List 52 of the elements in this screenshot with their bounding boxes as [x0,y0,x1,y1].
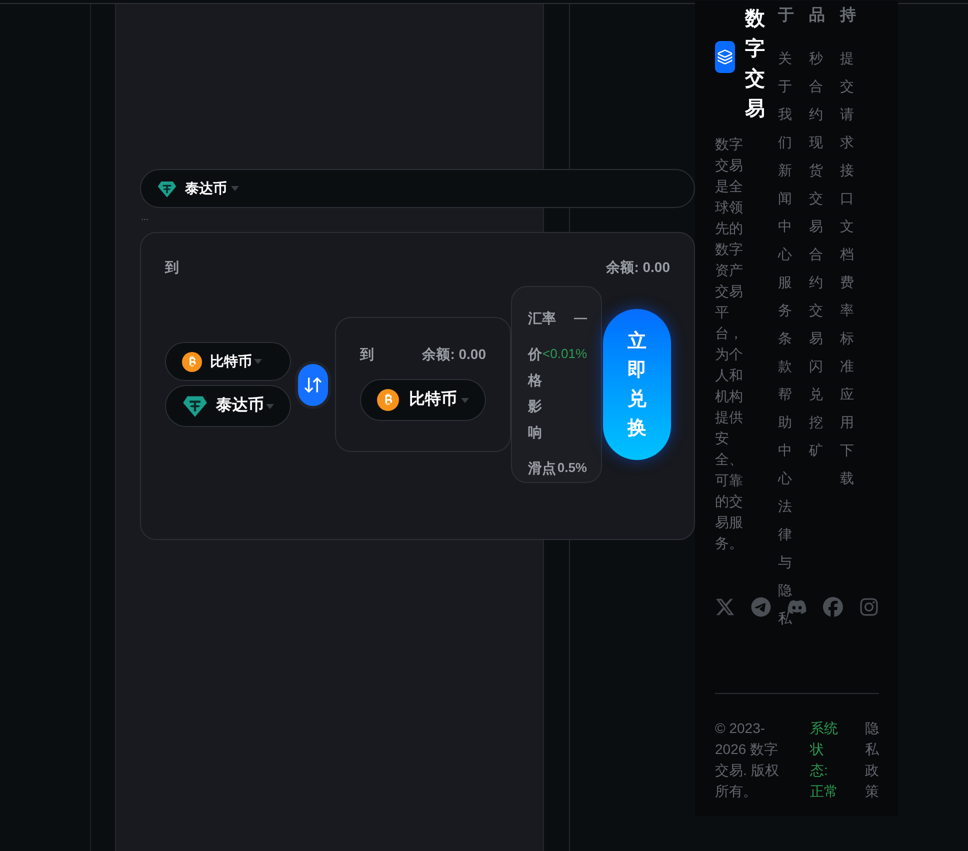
token-selector[interactable]: 泰达币 [165,385,291,427]
f-logo-icon[interactable] [823,597,843,617]
caret-icon [461,398,469,402]
to-label: 到 [360,345,374,364]
caret-icon [266,404,274,408]
rate-label: 汇率 [528,309,556,328]
copyright-text: © 2023-2026 数字交易. 版权所有。 [715,719,780,801]
column-heading: 品 [809,6,826,26]
token-selector[interactable]: 比特币 [165,342,291,381]
footer-link[interactable]: 服务条款 [778,268,792,380]
bitcoin-icon [182,352,202,372]
swap-arrows-icon [303,374,323,394]
privacy-link[interactable]: 隐私政策 [865,718,879,802]
rate-value: — [574,309,587,327]
footer-link[interactable]: 帮助中心 [778,380,792,492]
rate-label: 价格影响 [528,345,543,442]
footer-link[interactable]: 费率标准 [840,268,854,380]
bitcoin-icon [377,389,399,411]
rate-value: 0.5% [557,459,587,477]
tether-icon [157,178,177,198]
system-status: 系统状态: 正常 [810,719,839,801]
balance-text: 余额: 0.00 [422,345,486,364]
swap-direction-button[interactable] [295,360,331,408]
footer-link[interactable]: 应用下载 [840,380,854,492]
balance-text: 余额: 0.00 [606,258,670,277]
x-logo-icon[interactable] [715,597,735,617]
footer-link[interactable]: 秒合约 [809,44,823,128]
footer-link[interactable]: 法律与隐私 [778,492,792,632]
token-selector[interactable]: 泰达币 [140,169,695,208]
exchange-button[interactable]: 立即兑换 [603,309,671,460]
footer-link[interactable]: 现货交易 [809,128,823,240]
footer-description: 数字交易是全球领先的数字资产交易平台，为个人和机构提供安全、可靠的交易服务。 [715,135,744,553]
logo-icon [715,41,735,73]
column-heading: 持 [840,6,857,26]
to-label: 到 [165,258,179,277]
footer-link[interactable]: 新闻中心 [778,156,792,268]
paper-plane-icon[interactable] [751,597,771,617]
footer-link[interactable]: 挖矿 [809,408,823,464]
ellipsis-text: ... [141,211,150,224]
brand-name: 数字交易 [745,7,765,122]
token-selector[interactable]: 比特币 [360,379,486,421]
rate-value: <0.01% [542,345,587,363]
camera-icon[interactable] [859,597,879,617]
column-heading: 于 [778,6,795,26]
caret-icon [231,186,239,191]
rate-label: 滑点 [528,459,556,478]
footer-link[interactable]: 提交请求 [840,44,854,156]
caret-icon [254,359,262,364]
footer-link[interactable]: 合约交易 [809,240,823,352]
footer-link[interactable]: 闪兑 [809,352,823,408]
footer-link[interactable]: 接口文档 [840,156,854,268]
footer-link[interactable]: 关于我们 [778,44,792,156]
